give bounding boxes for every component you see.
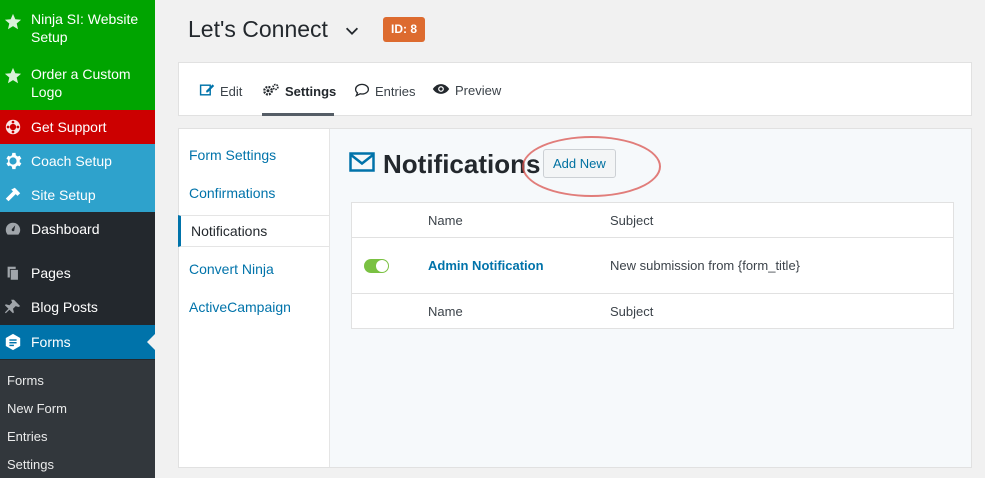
column-footer-subject[interactable]: Subject	[609, 294, 954, 329]
tab-preview[interactable]: Preview	[432, 82, 501, 99]
submenu-item-new-form[interactable]: New Form	[7, 401, 67, 416]
subnav-item-confirmations[interactable]: Confirmations	[189, 185, 275, 201]
submenu-item-entries[interactable]: Entries	[7, 429, 47, 444]
sidebar-item-ninja-setup[interactable]: Ninja SI: Website Setup	[0, 0, 155, 56]
active-tab-indicator	[262, 113, 334, 116]
sidebar-item-get-support[interactable]: Get Support	[0, 110, 155, 144]
star-icon	[4, 67, 22, 85]
sidebar-item-label: Dashboard	[31, 221, 100, 237]
hammer-icon	[4, 186, 22, 204]
table-row: Admin Notification New submission from {…	[352, 238, 954, 294]
notification-name-link[interactable]: Admin Notification	[428, 258, 544, 273]
add-new-button[interactable]: Add New	[543, 149, 616, 178]
tab-label: Preview	[455, 83, 502, 98]
sidebar-item-order-logo[interactable]: Order a Custom Logo	[0, 56, 155, 110]
subnav-item-form-settings[interactable]: Form Settings	[189, 147, 276, 163]
settings-panel: Form Settings Confirmations Notification…	[178, 128, 972, 468]
notification-enabled-toggle[interactable]	[364, 258, 389, 273]
sidebar-item-label: Site Setup	[31, 187, 96, 203]
form-tabs-bar: Edit Settings Entries Preview	[178, 62, 972, 116]
form-id-badge: ID: 8	[383, 17, 426, 42]
sidebar-item-site-setup[interactable]: Site Setup	[0, 178, 155, 212]
sidebar-item-label: Order a Custom Logo	[31, 66, 131, 100]
tab-edit[interactable]: Edit	[199, 82, 242, 101]
settings-subnav: Form Settings Confirmations Notification…	[178, 129, 330, 467]
subnav-item-notifications[interactable]: Notifications	[191, 223, 267, 239]
lifebuoy-icon	[4, 118, 22, 136]
sidebar-item-label: Coach Setup	[31, 153, 112, 169]
sidebar-item-label: Pages	[31, 265, 71, 281]
table-header-row: Name Subject	[351, 203, 954, 238]
notification-subject: New submission from {form_title}	[610, 258, 801, 273]
tab-label: Settings	[285, 84, 337, 99]
column-footer-name[interactable]: Name	[428, 294, 609, 329]
sidebar-item-pages[interactable]: Pages	[0, 256, 155, 290]
gears-icon	[262, 82, 280, 101]
sidebar-item-forms[interactable]: Forms	[0, 325, 155, 359]
sidebar-item-label: Ninja SI: Website Setup	[31, 11, 139, 45]
chevron-down-icon[interactable]	[343, 22, 361, 40]
speech-bubble-icon	[354, 82, 370, 101]
sidebar-item-blog-posts[interactable]: Blog Posts	[0, 290, 155, 324]
dashboard-icon	[4, 220, 22, 238]
tab-entries[interactable]: Entries	[354, 82, 415, 101]
pin-icon	[4, 298, 22, 316]
pages-icon	[4, 264, 22, 282]
sidebar-item-coach-setup[interactable]: Coach Setup	[0, 144, 155, 178]
notifications-table: Name Subject Admin Notification New subm…	[351, 202, 954, 329]
toggle-knob	[376, 259, 388, 272]
tab-label: Edit	[220, 84, 243, 99]
notifications-heading: Notifications	[349, 149, 540, 180]
forms-submenu: Forms New Form Entries Settings	[0, 360, 155, 478]
sidebar-item-label: Blog Posts	[31, 299, 98, 315]
submenu-item-forms[interactable]: Forms	[7, 373, 44, 388]
column-header-name[interactable]: Name	[428, 203, 609, 238]
notifications-content: Notifications Add New Name Subject Admin…	[330, 129, 971, 467]
eye-icon	[432, 82, 450, 99]
table-footer-row: Name Subject	[351, 293, 954, 329]
gear-icon	[4, 152, 22, 170]
sidebar-item-dashboard[interactable]: Dashboard	[0, 212, 155, 246]
admin-sidebar: Ninja SI: Website Setup Order a Custom L…	[0, 0, 155, 478]
sidebar-item-label: Forms	[31, 334, 71, 350]
submenu-item-settings[interactable]: Settings	[7, 457, 54, 472]
column-header-subject[interactable]: Subject	[609, 203, 954, 238]
subnav-item-activecampaign[interactable]: ActiveCampaign	[189, 299, 291, 315]
current-menu-arrow	[147, 334, 155, 350]
notifications-title: Notifications	[383, 149, 541, 179]
sidebar-item-label: Get Support	[31, 119, 107, 135]
edit-icon	[199, 82, 215, 101]
star-icon	[4, 13, 22, 31]
envelope-icon	[349, 149, 375, 180]
tab-settings[interactable]: Settings	[262, 82, 336, 101]
tab-label: Entries	[375, 84, 416, 99]
subnav-item-convert-ninja[interactable]: Convert Ninja	[189, 261, 274, 277]
forms-icon	[4, 333, 22, 351]
form-title: Let's Connect	[188, 16, 328, 42]
